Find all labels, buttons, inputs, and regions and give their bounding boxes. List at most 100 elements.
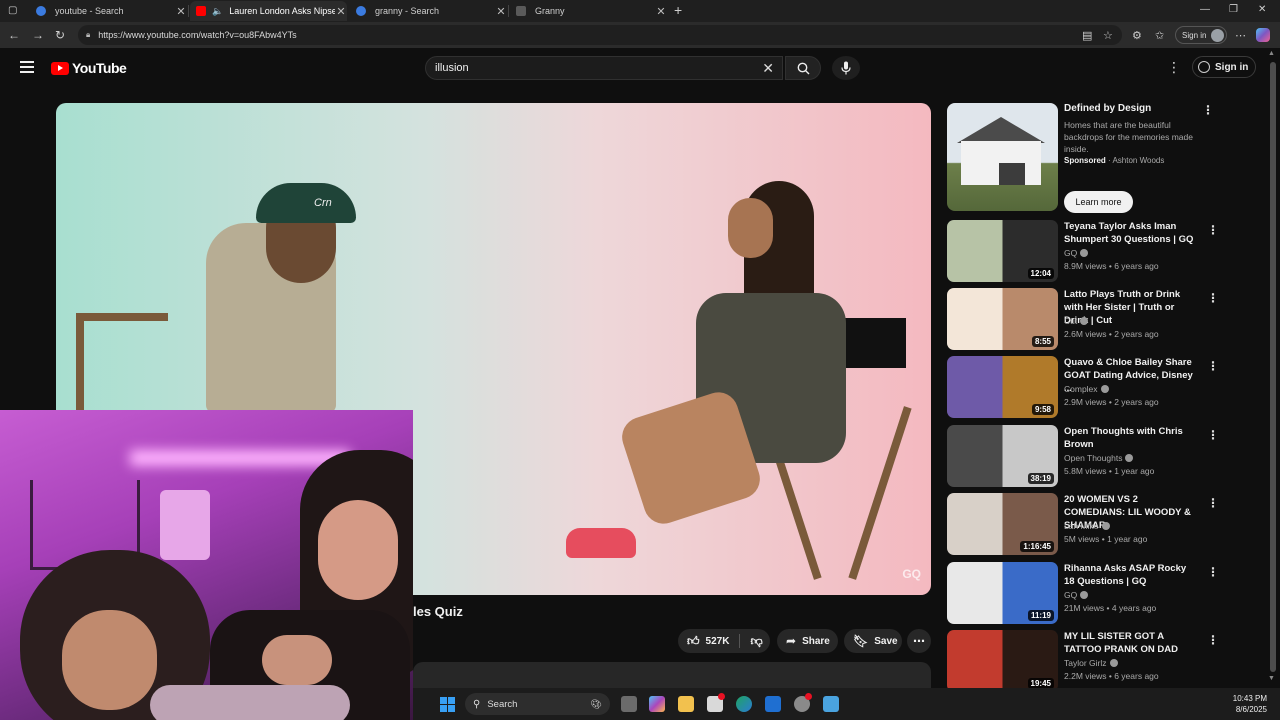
refresh-icon[interactable]: ↻: [55, 28, 65, 42]
streamer-right-face: [318, 500, 398, 600]
video-thumbnail[interactable]: 11:19: [947, 562, 1058, 624]
tab-actions-icon[interactable]: ▢: [8, 5, 17, 16]
video-more-icon[interactable]: ⋮: [1207, 565, 1219, 579]
recommended-video-title[interactable]: Rihanna Asks ASAP Rocky 18 Questions | G…: [1064, 562, 1194, 588]
speaker-icon[interactable]: 🔈: [212, 6, 223, 17]
copilot-app-icon[interactable]: [649, 696, 665, 712]
channel-name[interactable]: Cut: [1064, 316, 1089, 326]
browser-toolbar: ← → ↻ 🔒︎ https://www.youtube.com/watch?v…: [0, 22, 1280, 48]
close-window-button[interactable]: ✕: [1258, 4, 1266, 15]
address-bar[interactable]: 🔒︎ https://www.youtube.com/watch?v=ou8FA…: [78, 25, 1122, 45]
video-thumbnail[interactable]: 38:19: [947, 425, 1058, 487]
tab-granny[interactable]: Granny ✕: [510, 1, 667, 21]
video-stats: 2.9M views • 2 years ago: [1064, 397, 1159, 407]
blanket: [150, 685, 350, 720]
dislike-icon[interactable]: 👎︎: [750, 634, 762, 649]
menu-icon[interactable]: [20, 61, 34, 76]
outlook-icon[interactable]: [765, 696, 781, 712]
forward-arrow-icon[interactable]: →: [32, 28, 44, 42]
youtube-logo[interactable]: YouTube: [51, 60, 127, 76]
reader-view-icon[interactable]: ▤: [1082, 29, 1092, 42]
channel-name[interactable]: GQ: [1064, 590, 1089, 600]
scroll-up-icon[interactable]: ▲: [1268, 50, 1275, 57]
video-duration: 12:04: [1027, 268, 1054, 279]
close-tab-icon[interactable]: ✕: [655, 5, 667, 18]
back-arrow-icon[interactable]: ←: [8, 28, 20, 42]
video-person-right-face: [728, 198, 773, 258]
voice-search-button[interactable]: [832, 56, 860, 80]
tab-lauren-london[interactable]: 🔈 Lauren London Asks Nipsey ✕: [190, 1, 347, 21]
scroll-down-icon[interactable]: ▼: [1268, 675, 1275, 682]
video-thumbnail[interactable]: 8:55: [947, 288, 1058, 350]
photos-icon[interactable]: [823, 696, 839, 712]
ad-thumbnail[interactable]: [947, 103, 1058, 211]
close-tab-icon[interactable]: ✕: [495, 5, 507, 18]
video-thumbnail[interactable]: 12:04: [947, 220, 1058, 282]
lock-icon: 🔒︎: [86, 30, 91, 39]
video-duration: 8:55: [1031, 336, 1054, 347]
video-stats: 2.6M views • 2 years ago: [1064, 329, 1159, 339]
video-thumbnail[interactable]: 9:58: [947, 356, 1058, 418]
favorite-star-icon[interactable]: ☆: [1103, 29, 1113, 42]
video-more-icon[interactable]: ⋮: [1207, 428, 1219, 442]
search-button[interactable]: [785, 56, 821, 80]
tab-granny-search[interactable]: granny - Search ✕: [350, 1, 507, 21]
recommended-video[interactable]: 8:55 Latto Plays Truth or Drink with Her …: [947, 288, 1257, 350]
video-more-icon[interactable]: ⋮: [1207, 633, 1219, 647]
scrollbar-thumb[interactable]: [1270, 62, 1276, 672]
channel-name[interactable]: Taylor Girlz: [1064, 658, 1118, 668]
recommended-video[interactable]: 9:58 Quavo & Chloe Bailey Share GOAT Dati…: [947, 356, 1257, 418]
ad-more-icon[interactable]: ⋮: [1202, 103, 1214, 117]
close-tab-icon[interactable]: ✕: [335, 5, 347, 18]
edge-icon[interactable]: [736, 696, 752, 712]
video-more-icon[interactable]: ⋮: [1207, 291, 1219, 305]
channel-name[interactable]: Lah Mike: [1064, 521, 1110, 531]
more-actions-button[interactable]: ⋯: [907, 629, 931, 653]
close-tab-icon[interactable]: ✕: [175, 5, 187, 18]
tab-youtube-search[interactable]: youtube - Search ✕: [30, 1, 187, 21]
recommended-video-title[interactable]: Teyana Taylor Asks Iman Shumpert 30 Ques…: [1064, 220, 1194, 246]
youtube-sign-in-button[interactable]: Sign in: [1192, 56, 1256, 78]
channel-name[interactable]: GQ: [1064, 248, 1089, 258]
browser-profile-button[interactable]: Sign in: [1175, 26, 1227, 44]
new-tab-button[interactable]: +: [674, 2, 682, 18]
settings-menu-icon[interactable]: ⋮: [1167, 59, 1181, 76]
clear-search-icon[interactable]: ✕: [762, 60, 774, 77]
maximize-window-button[interactable]: ❐: [1229, 4, 1238, 15]
video-more-icon[interactable]: ⋮: [1207, 496, 1219, 510]
like-icon[interactable]: 👍︎: [687, 634, 700, 649]
taskbar-search[interactable]: ⚲ Search 🎨︎: [465, 693, 610, 715]
minimize-window-button[interactable]: —: [1200, 4, 1210, 15]
favorites-icon[interactable]: ✩: [1155, 29, 1164, 42]
video-more-icon[interactable]: ⋮: [1207, 223, 1219, 237]
file-explorer-icon[interactable]: [678, 696, 694, 712]
extensions-icon[interactable]: ⚙: [1132, 29, 1142, 42]
recommended-video[interactable]: 11:19 Rihanna Asks ASAP Rocky 18 Question…: [947, 562, 1257, 624]
view-count: 21M views: [1064, 603, 1105, 613]
start-icon[interactable]: [440, 697, 455, 712]
recommended-video[interactable]: 1:16:45 20 WOMEN VS 2 COMEDIANS: LIL WOOD…: [947, 493, 1257, 555]
recommended-video-title[interactable]: Open Thoughts with Chris Brown: [1064, 425, 1194, 451]
save-button[interactable]: 🔖︎ Save: [844, 629, 902, 653]
video-stats: 5M views • 1 year ago: [1064, 534, 1147, 544]
video-duration: 11:19: [1027, 610, 1054, 621]
recommended-video[interactable]: 12:04 Teyana Taylor Asks Iman Shumpert 30…: [947, 220, 1257, 282]
video-thumbnail[interactable]: 19:45: [947, 630, 1058, 692]
copilot-icon[interactable]: [1256, 28, 1270, 42]
channel-name[interactable]: Complex: [1064, 384, 1109, 394]
recommended-video[interactable]: 19:45 MY LIL SISTER GOT A TATTOO PRANK ON…: [947, 630, 1257, 692]
recommended-video-title[interactable]: MY LIL SISTER GOT A TATTOO PRANK ON DAD: [1064, 630, 1194, 656]
video-person-left-cap: Crn: [256, 183, 356, 223]
task-view-icon[interactable]: [621, 696, 637, 712]
share-button[interactable]: ➦ Share: [777, 629, 838, 653]
video-thumbnail[interactable]: 1:16:45: [947, 493, 1058, 555]
like-count[interactable]: 527K: [706, 636, 730, 647]
recommended-video[interactable]: 38:19 Open Thoughts with Chris Brown Open …: [947, 425, 1257, 487]
more-options-icon[interactable]: ⋯: [1235, 29, 1246, 42]
video-more-icon[interactable]: ⋮: [1207, 359, 1219, 373]
learn-more-button[interactable]: Learn more: [1064, 191, 1133, 213]
ad-title[interactable]: Defined by Design: [1064, 103, 1151, 114]
search-input[interactable]: illusion ✕: [425, 56, 783, 80]
channel-name[interactable]: Open Thoughts: [1064, 453, 1134, 463]
system-clock[interactable]: 10:43 PM 8/6/2025: [1233, 693, 1267, 715]
